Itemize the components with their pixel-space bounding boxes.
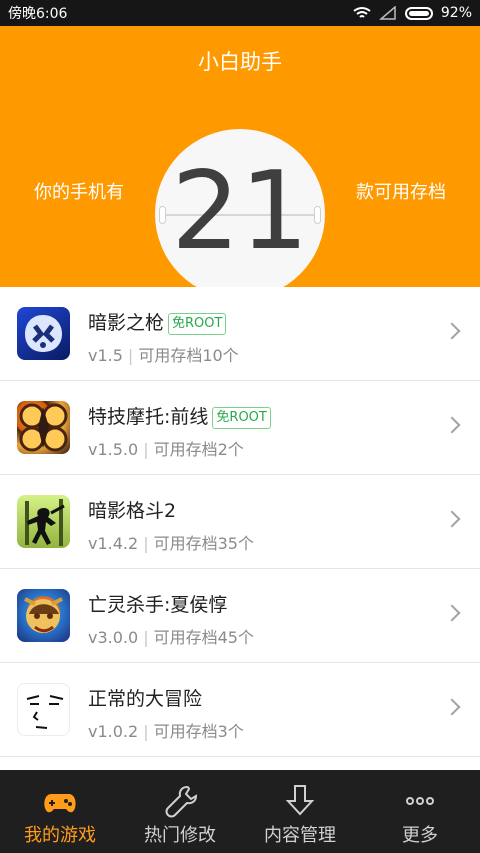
nav-hot-mods[interactable]: 热门修改 (120, 770, 240, 853)
game-row[interactable]: 特技摩托:前线 免ROOT v1.5.0 | 可用存档2个 (0, 381, 480, 475)
wifi-icon (353, 7, 371, 18)
game-meta: v1.4.2 | 可用存档35个 (88, 534, 254, 553)
game-name: 正常的大冒险 (88, 688, 203, 710)
download-icon (285, 785, 315, 816)
game-row[interactable]: 暗影之枪 免ROOT v1.5 | 可用存档10个 (0, 287, 480, 381)
battery-icon (404, 6, 433, 20)
more-icon (406, 797, 434, 805)
undead-slayer-icon (17, 589, 70, 642)
nav-my-games[interactable]: 我的游戏 (0, 770, 120, 853)
game-name: 特技摩托:前线 免ROOT (88, 402, 271, 429)
nav-label: 我的游戏 (24, 825, 96, 846)
status-icons: 92% (353, 5, 472, 21)
root-badge: 免ROOT (168, 312, 227, 335)
nav-content-management[interactable]: 内容管理 (240, 770, 360, 853)
nav-more[interactable]: 更多 (360, 770, 480, 853)
status-bar: 傍晚6:06 92% (0, 0, 480, 26)
header-left-text: 你的手机有 (34, 182, 124, 203)
game-meta: v1.0.2 | 可用存档3个 (88, 722, 244, 741)
chevron-right-icon (443, 698, 461, 716)
game-name: 暗影格斗2 (88, 500, 177, 522)
app-title: 小白助手 (198, 50, 282, 74)
game-name: 暗影之枪 免ROOT (88, 308, 227, 335)
normal-adventure-icon (17, 683, 70, 736)
nav-label: 更多 (402, 825, 438, 846)
game-row[interactable]: 亡灵杀手:夏侯惇 v3.0.0 | 可用存档45个 (0, 569, 480, 663)
header-right-text: 款可用存档 (356, 182, 446, 203)
shadow-fight-icon (17, 495, 70, 548)
battery-percent: 92% (440, 5, 472, 21)
chevron-right-icon (443, 322, 461, 340)
status-time: 傍晚6:06 (8, 6, 68, 22)
game-name: 亡灵杀手:夏侯惇 (88, 594, 228, 616)
trials-frontier-icon (17, 401, 70, 454)
root-badge: 免ROOT (212, 406, 271, 429)
wrench-icon (165, 785, 198, 818)
game-list: 暗影之枪 免ROOT v1.5 | 可用存档10个 特技摩托:前线 免ROOT v1.5… (0, 287, 480, 770)
bottom-navigation: 我的游戏 热门修改 内容管理 更多 (0, 770, 480, 853)
save-count: 21 (171, 149, 309, 274)
game-row[interactable]: 暗影格斗2 v1.4.2 | 可用存档35个 (0, 475, 480, 569)
summary-header: 小白助手 你的手机有 款可用存档 21 (0, 26, 480, 299)
chevron-right-icon (443, 604, 461, 622)
game-meta: v1.5.0 | 可用存档2个 (88, 440, 244, 459)
gamepad-icon (44, 794, 76, 813)
game-row[interactable]: 正常的大冒险 v1.0.2 | 可用存档3个 (0, 663, 480, 757)
signal-icon (378, 6, 396, 20)
save-count-dial: 21 (155, 129, 325, 299)
nav-label: 内容管理 (264, 825, 336, 846)
shadow-gun-icon (17, 307, 70, 360)
nav-label: 热门修改 (144, 825, 216, 846)
chevron-right-icon (443, 510, 461, 528)
chevron-right-icon (443, 416, 461, 434)
game-meta: v3.0.0 | 可用存档45个 (88, 628, 254, 647)
game-meta: v1.5 | 可用存档10个 (88, 346, 239, 365)
